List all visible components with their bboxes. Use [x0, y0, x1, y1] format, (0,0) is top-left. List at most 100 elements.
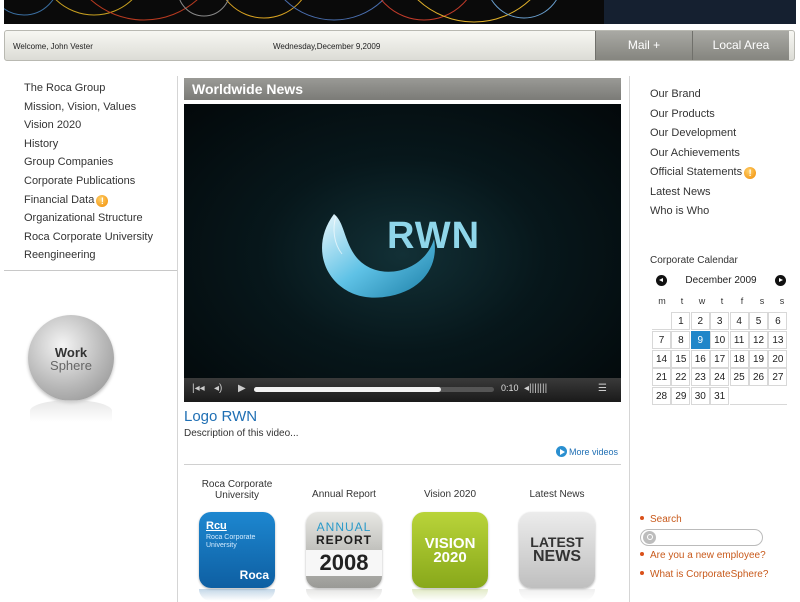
calendar-weekday: m	[658, 296, 666, 306]
calendar-empty-cell	[749, 387, 768, 406]
video-title[interactable]: Logo RWN	[184, 408, 257, 425]
calendar-day[interactable]: 14	[652, 349, 671, 368]
calendar-day[interactable]: 24	[710, 368, 730, 387]
year-2020-text: 2020	[433, 549, 467, 566]
play-icon[interactable]: ▶	[238, 383, 246, 394]
worksphere-badge[interactable]: Work Sphere	[28, 315, 114, 401]
welcome-text: Welcome, John Vester	[13, 42, 93, 51]
left-nav-item-mission[interactable]: Mission, Vision, Values	[24, 99, 174, 118]
left-nav-item-vision-2020[interactable]: Vision 2020	[24, 117, 174, 136]
video-timecode: 0:10	[501, 383, 519, 393]
right-nav-item-our-products[interactable]: Our Products	[650, 106, 790, 126]
calendar-day[interactable]: 30	[690, 387, 710, 406]
what-is-corporatesphere-link[interactable]: What is CorporateSphere?	[640, 569, 768, 580]
calendar-day[interactable]: 13	[768, 330, 788, 349]
calendar-day[interactable]: 19	[749, 349, 768, 368]
report-text: REPORT	[315, 533, 372, 547]
left-nav-item-financial-data[interactable]: Financial Data!	[24, 192, 174, 211]
worksphere-reflection	[30, 400, 112, 422]
calendar-day[interactable]: 31	[710, 387, 730, 406]
calendar-day[interactable]: 17	[710, 349, 730, 368]
calendar-day[interactable]: 12	[749, 330, 768, 349]
top-bar: Welcome, John Vester Wednesday,December …	[4, 30, 795, 61]
right-nav-item-our-achievements[interactable]: Our Achievements	[650, 145, 790, 165]
left-nav-item-corporate-university[interactable]: Roca Corporate University	[24, 229, 174, 248]
calendar-day[interactable]: 20	[768, 349, 788, 368]
nav-label: Our Brand	[650, 88, 701, 100]
mail-button[interactable]: Mail +	[595, 31, 692, 60]
calendar-day[interactable]: 8	[671, 330, 691, 349]
video-description: Description of this video...	[184, 428, 299, 439]
video-progress-bar[interactable]	[254, 387, 494, 392]
calendar-day[interactable]: 26	[749, 368, 768, 387]
calendar-month: December 2009	[685, 275, 757, 286]
volume-icon[interactable]: ◂)	[214, 383, 222, 394]
calendar-day[interactable]: 1	[671, 312, 691, 330]
calendar-day[interactable]: 28	[652, 387, 671, 406]
calendar-day[interactable]: 18	[729, 349, 749, 368]
annual-text: ANNUAL	[316, 520, 372, 534]
nav-label: Latest News	[650, 185, 711, 198]
search-input[interactable]	[658, 531, 758, 544]
right-nav-item-latest-news[interactable]: Latest News	[650, 184, 790, 204]
year-2008-text: 2008	[306, 550, 382, 576]
calendar-next-icon[interactable]	[775, 275, 786, 286]
tile-label-university: Roca Corporate University	[201, 479, 273, 501]
tile-vision-2020[interactable]: VISION 2020	[412, 512, 488, 588]
right-nav-item-our-development[interactable]: Our Development	[650, 125, 790, 145]
calendar-day[interactable]: 29	[671, 387, 691, 406]
nav-label: Our Development	[650, 127, 737, 139]
calendar-day[interactable]: 22	[671, 368, 691, 387]
menu-icon[interactable]: ☰	[598, 383, 607, 394]
left-nav-item-reengineering[interactable]: Reengineering	[24, 247, 174, 266]
calendar-empty-cell	[768, 387, 788, 406]
left-nav-item-roca-group[interactable]: The Roca Group	[24, 80, 174, 99]
nav-label: Official Statements	[650, 166, 743, 178]
right-nav: Our Brand Our Products Our Development O…	[650, 86, 790, 223]
calendar-day[interactable]: 25	[729, 368, 749, 387]
tile-roca-corporate-university[interactable]: Rcu Roca Corporate University Roca	[199, 512, 275, 588]
calendar-day[interactable]: 4	[729, 312, 749, 330]
tile-annual-report[interactable]: ANNUAL REPORT 2008	[306, 512, 382, 588]
calendar-day[interactable]: 6	[768, 312, 788, 330]
volume-slider-icon[interactable]: ◂|||||||	[524, 383, 547, 394]
calendar-day[interactable]: 21	[652, 368, 671, 387]
nav-label: History	[24, 137, 59, 150]
calendar-day[interactable]: 27	[768, 368, 788, 387]
left-nav-item-group-companies[interactable]: Group Companies	[24, 154, 174, 173]
video-player[interactable]: RWN	[184, 104, 621, 378]
left-nav: The Roca Group Mission, Vision, Values V…	[24, 80, 174, 266]
right-nav-item-official-statements[interactable]: Official Statements!	[650, 164, 790, 184]
local-area-button[interactable]: Local Area	[692, 31, 789, 60]
video-progress-fill	[254, 387, 442, 392]
more-videos-link[interactable]: More videos	[556, 446, 618, 457]
play-circle-icon	[556, 446, 567, 457]
calendar-day[interactable]: 16	[690, 349, 710, 368]
calendar-day[interactable]: 15	[671, 349, 691, 368]
calendar-day[interactable]: 5	[749, 312, 768, 330]
left-nav-item-corporate-publications[interactable]: Corporate Publications	[24, 173, 174, 192]
calendar-day[interactable]: 10	[710, 330, 730, 349]
tile-reflection	[199, 589, 275, 601]
calendar-day[interactable]: 11	[729, 330, 749, 349]
calendar-weekday: s	[779, 296, 785, 306]
calendar-day[interactable]: 3	[710, 312, 730, 330]
column-divider-right	[629, 76, 630, 602]
more-videos-label: More videos	[569, 447, 619, 457]
left-nav-item-organizational-structure[interactable]: Organizational Structure	[24, 210, 174, 229]
new-employee-link[interactable]: Are you a new employee?	[640, 550, 766, 561]
calendar-day[interactable]: 2	[690, 312, 710, 330]
calendar-weekday: w	[698, 296, 706, 306]
calendar-day[interactable]: 23	[690, 368, 710, 387]
search-link[interactable]: Search	[640, 514, 682, 525]
skip-back-icon[interactable]: |◂◂	[192, 383, 205, 394]
calendar-day[interactable]: 9	[690, 330, 710, 349]
left-nav-item-history[interactable]: History	[24, 136, 174, 155]
calendar-day[interactable]: 7	[652, 330, 671, 349]
tile-label-latest-news: Latest News	[529, 489, 585, 500]
right-nav-item-who-is-who[interactable]: Who is Who	[650, 203, 790, 223]
search-icon[interactable]	[643, 531, 656, 544]
right-nav-item-our-brand[interactable]: Our Brand	[650, 86, 790, 106]
alert-icon: !	[744, 167, 757, 179]
tile-latest-news[interactable]: LATEST NEWS	[519, 512, 595, 588]
